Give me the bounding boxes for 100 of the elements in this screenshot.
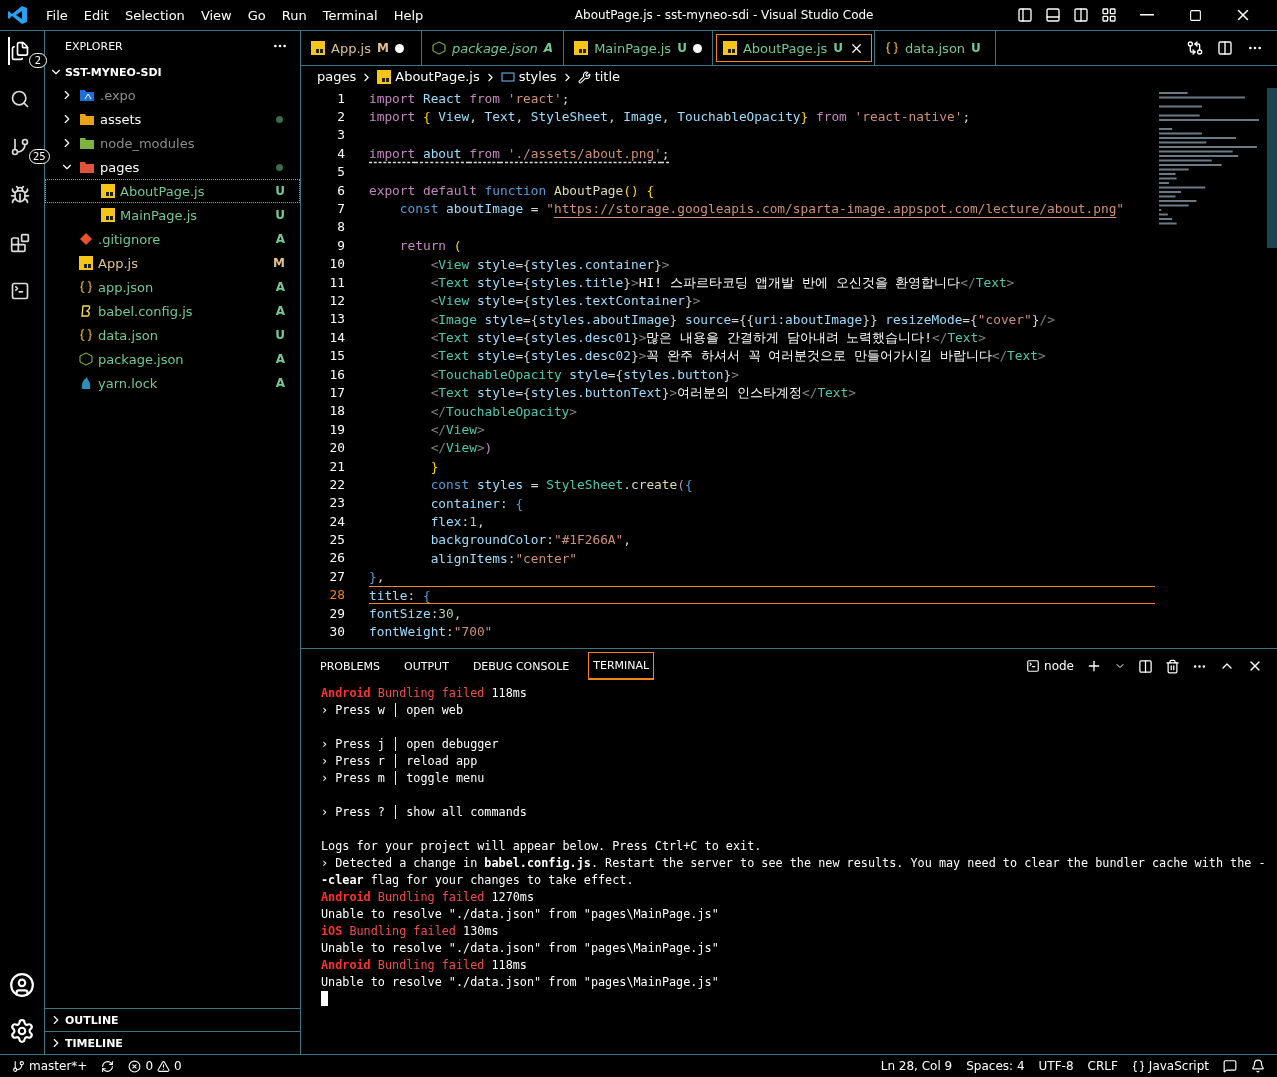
split-terminal-icon[interactable] [1138,658,1153,674]
js-file-icon [574,41,589,55]
folder-icon [79,112,95,126]
breadcrumb-item[interactable]: AboutPage.js [395,68,480,86]
code-line: </View>) [429,439,494,457]
file-tree-item[interactable]: .expo [45,83,300,107]
code-line: fontWeight:"700" [369,623,494,641]
js-file-icon [377,70,392,84]
panel-tab[interactable]: TERMINAL [588,652,655,680]
line-number: 10 [328,256,346,272]
file-tree-item[interactable]: babel.config.js A [45,299,300,323]
code-line: }, [369,568,386,586]
line-number: 9 [336,237,346,253]
line-number: 30 [328,624,346,639]
hexagon-icon [79,352,93,366]
file-tree-item[interactable]: .gitignore A [45,227,300,251]
code-line: </View> [429,421,486,439]
settings-icon[interactable] [9,1018,35,1044]
panel-tab[interactable]: OUTPUT [399,652,454,680]
notification-bell-icon[interactable] [1251,1059,1265,1073]
file-tree-item[interactable]: AboutPage.js U [45,179,300,203]
editor-tab[interactable]: data.json U [875,31,997,65]
menu-item[interactable]: Help [385,7,432,23]
app-logo-icon [8,5,28,25]
branch-status[interactable]: master*+ [29,1059,88,1073]
cursor-position[interactable]: Ln 28, Col 9 [880,1059,953,1073]
line-number: 20 [328,440,346,456]
sync-icon[interactable] [101,1059,115,1073]
breadcrumb-item[interactable]: pages [317,68,357,86]
file-tree-item[interactable]: App.js M [45,251,300,275]
code-line: return ( [398,237,463,255]
line-number: 25 [328,532,346,548]
panel-tab[interactable]: DEBUG CONSOLE [467,652,575,680]
line-number: 28 [328,587,346,603]
menu-item[interactable]: Selection [116,7,193,23]
breadcrumb-item[interactable]: styles [518,68,557,86]
terminal-line: iOS Bundling failed 130ms [321,923,500,940]
plus-icon[interactable] [1086,658,1102,674]
js-file-icon [722,41,737,55]
collapsed-section-header[interactable]: TIMELINE [65,1036,123,1050]
line-number: 3 [336,127,346,143]
indentation-status[interactable]: Spaces: 4 [966,1059,1025,1073]
file-tree-item[interactable]: app.json A [45,275,300,299]
line-ending-status[interactable]: CRLF [1087,1059,1118,1073]
collapsed-section-header[interactable]: OUTLINE [65,1013,119,1027]
account-icon[interactable] [9,972,35,998]
line-number: 17 [328,384,346,400]
editor-tab[interactable]: App.js M [301,31,422,65]
menu-item[interactable]: Go [239,7,274,23]
compare-changes-icon[interactable] [1187,40,1203,56]
folder-icon [79,160,95,174]
code-line: alignItems:"center" [429,549,579,568]
variable-icon [500,70,515,84]
error-count[interactable]: 0 [145,1059,153,1073]
terminal-line: -clear flag for your changes to take effect. [321,872,635,889]
code-line: <Text style={styles.desc01}>많은 내용을 간결하게 담아내려 노력했습니다!</Text> [429,329,987,347]
file-tree-item[interactable]: assets [45,107,300,131]
line-number: 11 [328,274,346,290]
line-number: 7 [336,201,346,217]
line-number: 16 [328,366,346,382]
terminal-line: Android Bundling failed 1270ms [321,889,536,906]
code-line: fontSize:30, [369,604,463,623]
toggle-panel-icon[interactable] [1045,7,1061,23]
trash-icon[interactable] [1165,658,1180,674]
terminal-line: Android Bundling failed 118ms [321,685,528,702]
line-number: 21 [328,458,346,474]
breadcrumb-item[interactable]: title [594,68,621,86]
folder-icon [79,88,95,102]
file-tree-item[interactable]: yarn.lock A [45,371,300,395]
warning-count[interactable]: 0 [174,1059,182,1073]
layout-icon[interactable] [1101,7,1117,23]
code-line: const styles = StyleSheet.create({ [429,476,694,494]
file-tree-item[interactable]: package.json A [45,347,300,371]
unsaved-dot-icon [692,43,702,53]
line-number: 15 [328,348,346,364]
language-mode[interactable]: JavaScript [1148,1059,1209,1073]
code-line: <View style={styles.textContainer}> [429,292,702,310]
menu-item[interactable]: Edit [75,7,117,23]
code-line: } [429,457,440,476]
scrollbar-thumb[interactable] [1267,88,1277,248]
menu-item[interactable]: View [192,7,240,23]
split-layout-icon[interactable] [1073,7,1089,23]
js-file-icon [311,41,325,55]
count-badge: 25 [29,149,50,164]
toggle-sidebar-icon[interactable] [1017,7,1033,23]
encoding-status[interactable]: UTF-8 [1038,1059,1074,1073]
split-editor-icon[interactable] [1217,40,1233,56]
editor-tab[interactable]: MainPage.js U [564,31,713,65]
folder-root-item[interactable]: SST-MYNEO-SDI [65,65,162,79]
panel-tab[interactable]: PROBLEMS [315,652,386,680]
feedback-icon[interactable] [1223,1059,1237,1073]
menu-item[interactable]: Run [273,7,315,23]
menu-item[interactable]: Terminal [314,7,386,23]
editor-tab[interactable]: package.json A [422,31,565,65]
maximize-icon [1188,8,1202,22]
editor-tab[interactable]: AboutPage.js U [712,31,876,65]
terminal-shell-label[interactable]: node [1044,659,1074,673]
file-tree-item[interactable]: MainPage.js U [45,203,300,227]
menu-item[interactable]: File [38,7,76,23]
file-tree-item[interactable]: data.json U [45,323,300,347]
